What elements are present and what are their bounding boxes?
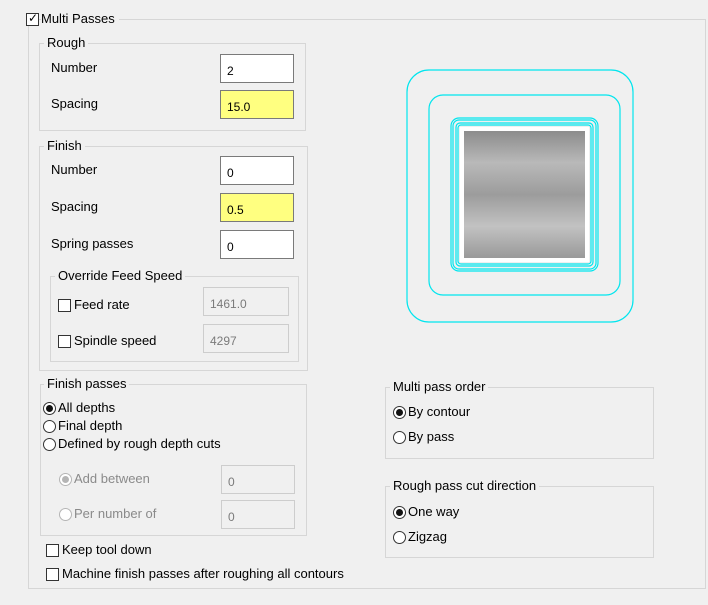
- spindle-speed-checkbox[interactable]: [58, 335, 71, 348]
- feed-rate-label[interactable]: Feed rate: [74, 297, 130, 313]
- rough-spacing-input[interactable]: [220, 90, 294, 119]
- feed-rate-input[interactable]: [203, 287, 289, 316]
- finish-number-label: Number: [51, 162, 98, 177]
- add-between-radio[interactable]: [59, 473, 72, 486]
- by-contour-radio[interactable]: [393, 406, 406, 419]
- multi-passes-label[interactable]: Multi Passes: [41, 11, 119, 27]
- rough-direction-group: [385, 486, 654, 558]
- zigzag-radio[interactable]: [393, 531, 406, 544]
- spring-passes-label: Spring passes: [51, 236, 134, 251]
- spindle-speed-input[interactable]: [203, 324, 289, 353]
- rough-direction-title: Rough pass cut direction: [390, 478, 540, 494]
- radio-dot: [396, 409, 403, 416]
- final-depth-radio[interactable]: [43, 420, 56, 433]
- finish-number-input[interactable]: [220, 156, 294, 185]
- add-between-label[interactable]: Add between: [74, 471, 150, 487]
- rough-number-label: Number: [51, 60, 98, 75]
- multi-passes-checkbox[interactable]: ✓: [26, 11, 39, 26]
- per-number-label[interactable]: Per number of: [74, 506, 156, 522]
- multi-pass-order-title: Multi pass order: [390, 379, 489, 395]
- radio-dot: [396, 509, 403, 516]
- one-way-radio[interactable]: [393, 506, 406, 519]
- defined-by-rough-radio[interactable]: [43, 438, 56, 451]
- radio-dot: [62, 476, 69, 483]
- by-pass-radio[interactable]: [393, 431, 406, 444]
- per-number-radio[interactable]: [59, 508, 72, 521]
- keep-tool-down-label[interactable]: Keep tool down: [62, 542, 152, 558]
- by-pass-label[interactable]: By pass: [408, 429, 454, 445]
- one-way-label[interactable]: One way: [408, 504, 459, 520]
- all-depths-label[interactable]: All depths: [58, 400, 115, 416]
- spindle-speed-label[interactable]: Spindle speed: [74, 333, 156, 349]
- rough-number-input[interactable]: [220, 54, 294, 83]
- all-depths-radio[interactable]: [43, 402, 56, 415]
- zigzag-label[interactable]: Zigzag: [408, 529, 447, 545]
- final-depth-label[interactable]: Final depth: [58, 418, 122, 434]
- finish-title: Finish: [44, 138, 85, 154]
- defined-by-rough-label[interactable]: Defined by rough depth cuts: [58, 436, 221, 452]
- radio-dot: [46, 405, 53, 412]
- finish-spacing-label: Spacing: [51, 199, 98, 214]
- per-number-input[interactable]: [221, 500, 295, 529]
- checkmark-icon: ✓: [28, 11, 39, 25]
- add-between-input[interactable]: [221, 465, 295, 494]
- override-feed-speed-title: Override Feed Speed: [55, 268, 186, 284]
- machine-finish-checkbox[interactable]: [46, 568, 59, 581]
- machine-finish-label[interactable]: Machine finish passes after roughing all…: [62, 566, 344, 582]
- by-contour-label[interactable]: By contour: [408, 404, 470, 420]
- rough-spacing-label: Spacing: [51, 96, 98, 111]
- feed-rate-checkbox[interactable]: [58, 299, 71, 312]
- part-material: [464, 131, 585, 258]
- rough-title: Rough: [44, 35, 89, 51]
- spring-passes-input[interactable]: [220, 230, 294, 259]
- finish-spacing-input[interactable]: [220, 193, 294, 222]
- keep-tool-down-checkbox[interactable]: [46, 544, 59, 557]
- finish-passes-title: Finish passes: [44, 376, 130, 392]
- multi-pass-order-group: [385, 387, 654, 459]
- toolpath-preview: [406, 69, 634, 323]
